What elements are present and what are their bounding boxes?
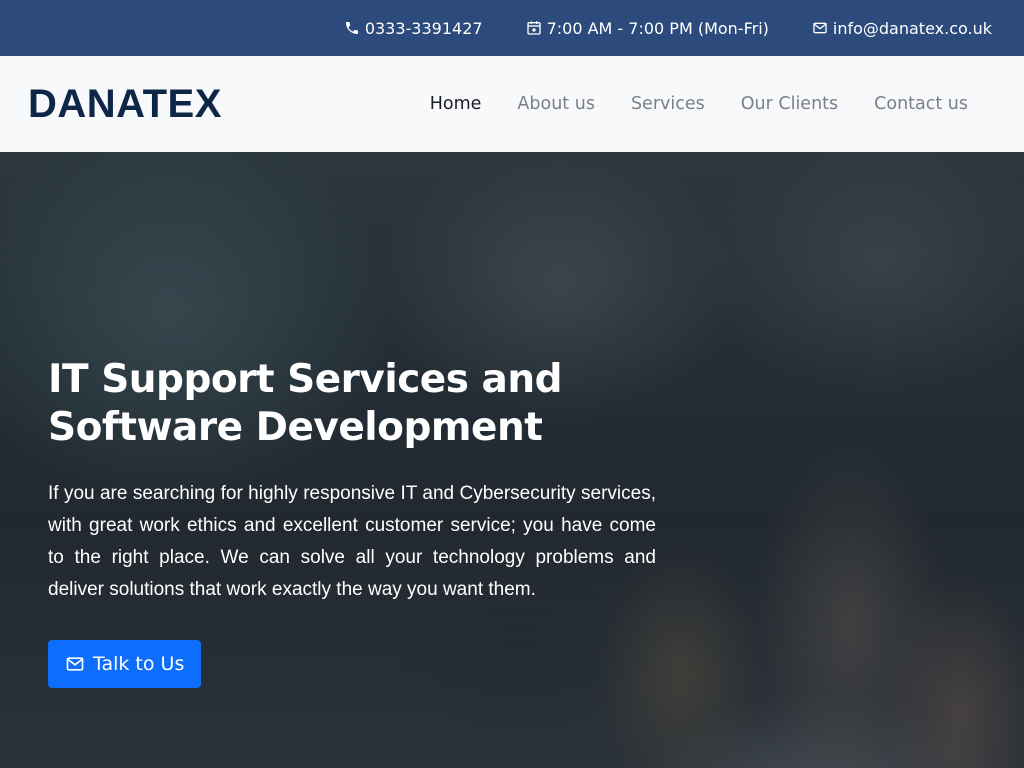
envelope-icon — [65, 654, 85, 674]
business-hours: 7:00 AM - 7:00 PM (Mon-Fri) — [526, 19, 769, 38]
nav-item-about-us[interactable]: About us — [517, 94, 595, 114]
hero-title-line-2: Software Development — [48, 405, 543, 450]
phone-icon — [344, 20, 360, 36]
hero-section: IT Support Services and Software Develop… — [0, 152, 1024, 768]
nav-item-services[interactable]: Services — [631, 94, 705, 114]
hero-title: IT Support Services and Software Develop… — [48, 356, 656, 452]
nav-item-our-clients[interactable]: Our Clients — [741, 94, 838, 114]
brand-logo[interactable]: DANATEX — [28, 82, 222, 127]
talk-to-us-button[interactable]: Talk to Us — [48, 640, 202, 688]
envelope-icon — [812, 20, 828, 36]
top-contact-bar: 0333-3391427 7:00 AM - 7:00 PM (Mon-Fri)… — [0, 0, 1024, 56]
hero-title-line-1: IT Support Services and — [48, 357, 563, 402]
email-contact[interactable]: info@danatex.co.uk — [812, 19, 992, 38]
talk-to-us-label: Talk to Us — [93, 653, 185, 675]
hours-text: 7:00 AM - 7:00 PM (Mon-Fri) — [546, 18, 769, 38]
phone-number: 0333-3391427 — [364, 18, 483, 38]
nav-item-contact-us[interactable]: Contact us — [874, 94, 968, 114]
nav-item-home[interactable]: Home — [430, 94, 482, 114]
hero-content: IT Support Services and Software Develop… — [48, 356, 656, 688]
calendar-plus-icon — [526, 20, 542, 36]
phone-contact[interactable]: 0333-3391427 — [344, 19, 483, 38]
nav-menu: Home About us Services Our Clients Conta… — [430, 94, 968, 114]
hero-description: If you are searching for highly responsi… — [48, 483, 656, 600]
main-navbar: DANATEX Home About us Services Our Clien… — [0, 56, 1024, 152]
email-address: info@danatex.co.uk — [832, 18, 992, 38]
